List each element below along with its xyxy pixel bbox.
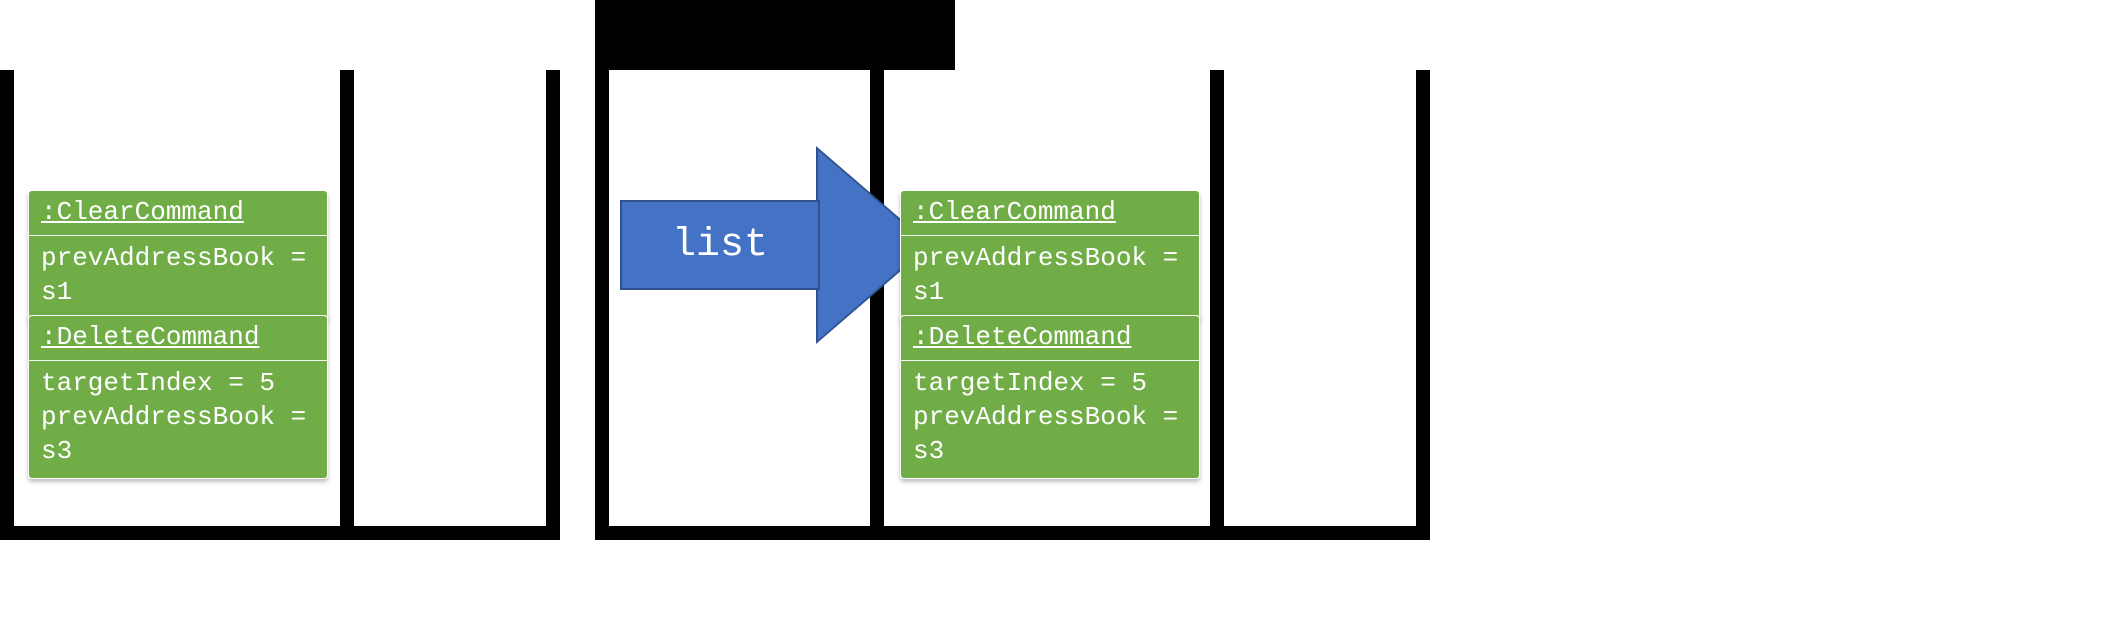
arrow-body: list	[620, 200, 820, 290]
right-delete-command-line2: prevAddressBook = s3	[913, 401, 1187, 469]
arrow-label: list	[672, 223, 768, 268]
left-clear-command-body: prevAddressBook = s1	[29, 236, 327, 320]
left-clear-command-title: :ClearCommand	[29, 191, 327, 236]
right-delete-command-card: :DeleteCommand targetIndex = 5 prevAddre…	[900, 315, 1200, 479]
right-clear-command-line1: prevAddressBook = s1	[913, 242, 1187, 310]
right-clear-command-card: :ClearCommand prevAddressBook = s1	[900, 190, 1200, 321]
left-clear-command-line1: prevAddressBook = s1	[41, 242, 315, 310]
left-delete-command-title: :DeleteCommand	[29, 316, 327, 361]
right-clear-command-title: :ClearCommand	[901, 191, 1199, 236]
right-delete-command-title: :DeleteCommand	[901, 316, 1199, 361]
bucket-far-right	[1210, 70, 1430, 540]
left-delete-command-line2: prevAddressBook = s3	[41, 401, 315, 469]
right-delete-command-body: targetIndex = 5 prevAddressBook = s3	[901, 361, 1199, 478]
left-delete-command-body: targetIndex = 5 prevAddressBook = s3	[29, 361, 327, 478]
transition-arrow: list	[620, 140, 940, 340]
right-delete-command-line1: targetIndex = 5	[913, 367, 1187, 401]
right-clear-command-body: prevAddressBook = s1	[901, 236, 1199, 320]
left-clear-command-card: :ClearCommand prevAddressBook = s1	[28, 190, 328, 321]
diagram-stage: list :ClearCommand prevAddressBook = s1 …	[0, 0, 2121, 634]
left-delete-command-line1: targetIndex = 5	[41, 367, 315, 401]
bucket-mid-left	[340, 70, 560, 540]
left-delete-command-card: :DeleteCommand targetIndex = 5 prevAddre…	[28, 315, 328, 479]
